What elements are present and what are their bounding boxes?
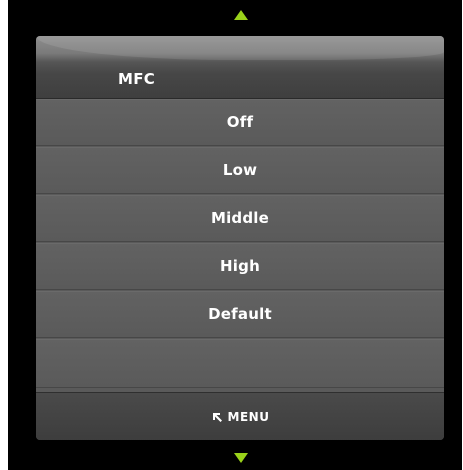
scroll-up-arrow-icon[interactable]: [234, 10, 248, 20]
menu-back-button[interactable]: MENU: [36, 392, 444, 440]
menu-title: MFC: [118, 70, 156, 88]
menu-footer-label: MENU: [227, 410, 270, 424]
menu-option-off[interactable]: Off: [36, 99, 444, 146]
menu-option-default[interactable]: Default: [36, 291, 444, 338]
scroll-down-arrow-icon[interactable]: [234, 453, 248, 463]
menu-option-high[interactable]: High: [36, 243, 444, 290]
menu-option-label: Off: [226, 113, 254, 131]
menu-option-low[interactable]: Low: [36, 147, 444, 194]
menu-option-middle[interactable]: Middle: [36, 195, 444, 242]
menu-option-label: Middle: [210, 209, 270, 227]
menu-option-label: Default: [208, 305, 272, 323]
menu-header: MFC: [36, 36, 444, 99]
menu-option-label: High: [220, 257, 260, 275]
mfc-menu-panel: MFC Off Low Middle High Default MENU: [36, 36, 444, 440]
header-sheen: [36, 36, 444, 60]
back-arrow-icon: [211, 411, 223, 423]
menu-option-empty: [36, 339, 444, 388]
menu-option-label: Low: [222, 161, 258, 179]
osd-screen: MFC Off Low Middle High Default MENU: [8, 0, 462, 470]
